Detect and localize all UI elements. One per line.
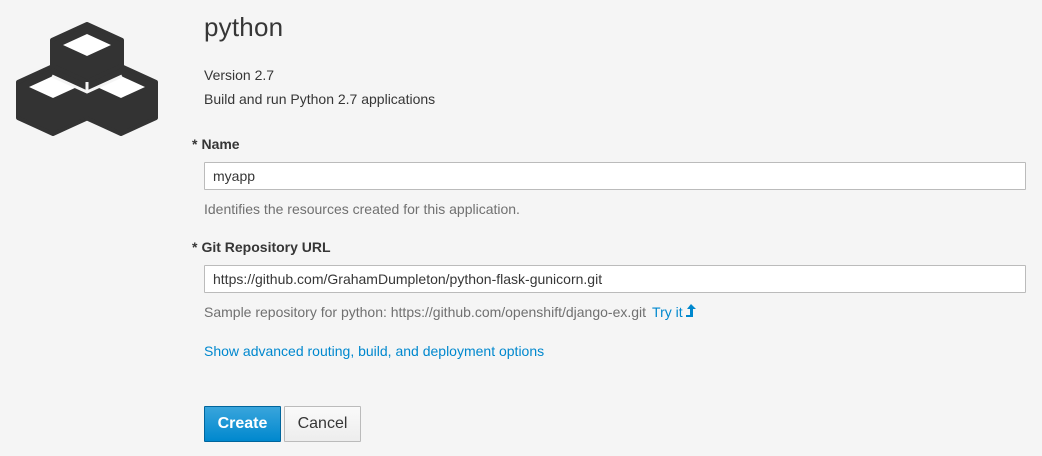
template-description: Build and run Python 2.7 applications: [204, 91, 436, 107]
template-version: Version 2.7: [204, 67, 275, 83]
sample-repo-text: Sample repository for python: https://gi…: [204, 304, 647, 320]
create-button[interactable]: Create: [204, 406, 281, 442]
git-help-text: Sample repository for python: https://gi…: [204, 304, 696, 321]
try-it-link[interactable]: Try it: [652, 304, 696, 320]
required-mark: *: [192, 136, 198, 152]
cancel-button[interactable]: Cancel: [284, 406, 361, 442]
name-label: * Name: [192, 136, 240, 152]
required-mark: *: [192, 239, 198, 255]
name-help-text: Identifies the resources created for thi…: [204, 201, 520, 217]
git-url-label: * Git Repository URL: [192, 239, 331, 255]
try-it-label: Try it: [652, 304, 683, 320]
git-url-input[interactable]: [204, 265, 1026, 293]
git-url-label-text: Git Repository URL: [201, 239, 331, 255]
name-input[interactable]: [204, 162, 1026, 190]
advanced-options-link[interactable]: Show advanced routing, build, and deploy…: [204, 343, 544, 359]
level-up-icon: [685, 304, 696, 321]
name-label-text: Name: [201, 136, 240, 152]
page-title: python: [204, 12, 284, 42]
cubes-icon: [14, 20, 160, 138]
